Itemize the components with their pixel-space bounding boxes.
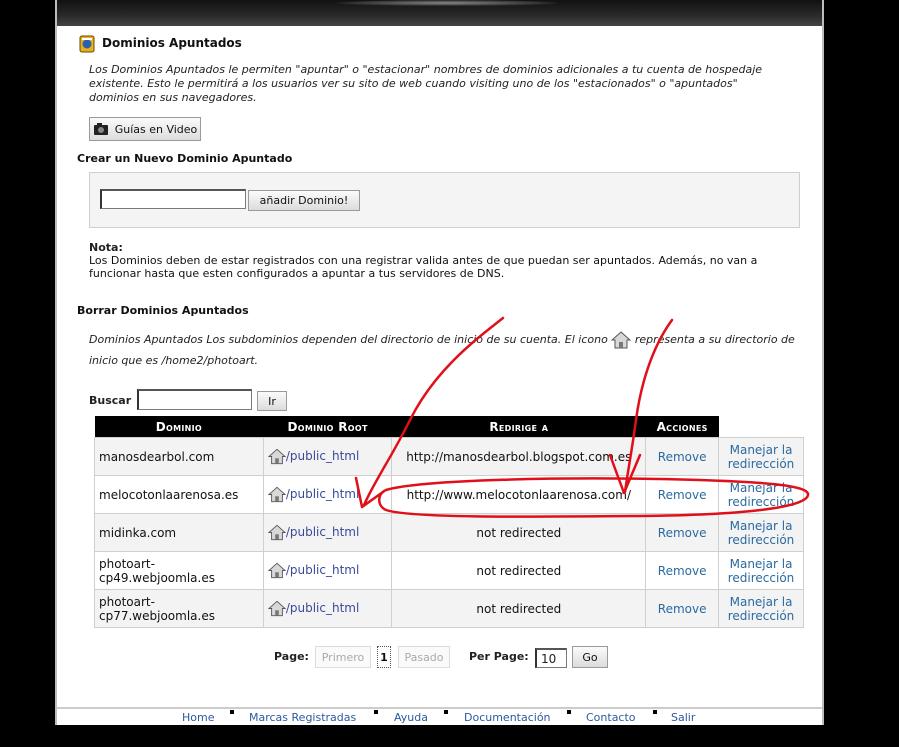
domain-cell: manosdearbol.com <box>94 437 264 476</box>
root-cell[interactable]: /public_html <box>262 475 393 514</box>
page-title: Dominios Apuntados <box>102 36 242 50</box>
redirect-cell: not redirected <box>391 551 647 590</box>
remove-link[interactable]: Remove <box>645 437 720 476</box>
page-label: Page: <box>274 650 309 663</box>
footer-link-trademarks[interactable]: Marcas Registradas <box>249 711 356 724</box>
create-section-title: Crear un Nuevo Dominio Apuntado <box>77 152 293 165</box>
remove-link[interactable]: Remove <box>645 475 720 514</box>
redirect-cell: not redirected <box>391 589 647 628</box>
footer-separator <box>567 710 571 714</box>
video-guides-button[interactable]: Guías en Video <box>89 117 201 141</box>
search-button[interactable]: Ir <box>257 391 287 411</box>
search-input[interactable] <box>137 389 252 410</box>
root-link[interactable]: /public_html <box>286 449 359 463</box>
search-label: Buscar <box>89 394 132 407</box>
content-frame: Dominios Apuntados Los Dominios Apuntado… <box>55 0 824 725</box>
header-strip <box>57 0 822 26</box>
video-guides-label: Guías en Video <box>114 122 198 136</box>
root-link[interactable]: /public_html <box>286 525 359 539</box>
domain-cell: midinka.com <box>94 513 264 552</box>
redirect-cell: not redirected <box>391 513 647 552</box>
remove-link[interactable]: Remove <box>645 513 720 552</box>
root-link[interactable]: /public_html <box>286 487 359 501</box>
footer-link-contact[interactable]: Contacto <box>586 711 636 724</box>
per-page-input[interactable]: 10 <box>535 648 567 668</box>
table-row: photoart-cp49.webjoomla.es /public_html … <box>94 551 804 590</box>
remove-link[interactable]: Remove <box>645 589 720 628</box>
manage-redirect-link[interactable]: Manejar la redirección <box>718 513 804 552</box>
parked-domains-table: Dominio Dominio Root Redirige a Acciones… <box>94 416 804 628</box>
root-link[interactable]: /public_html <box>286 601 359 615</box>
add-domain-button[interactable]: añadir Dominio! <box>248 190 360 211</box>
footer-separator <box>444 710 448 714</box>
domains-icon <box>79 35 95 53</box>
domain-cell: photoart-cp49.webjoomla.es <box>94 551 264 590</box>
footer-divider <box>57 707 822 709</box>
note-text: Los Dominios deben de estar registrados … <box>89 254 758 280</box>
create-form: añadir Dominio! <box>89 172 800 228</box>
domain-cell: melocotonlaarenosa.es <box>94 475 264 514</box>
footer-separator <box>653 710 657 714</box>
home-icon <box>267 448 286 465</box>
col-header-actions: Acciones <box>645 416 719 438</box>
domain-cell: photoart-cp77.webjoomla.es <box>94 589 264 628</box>
footer-link-docs[interactable]: Documentación <box>464 711 551 724</box>
table-row: photoart-cp77.webjoomla.es /public_html … <box>94 589 804 628</box>
current-page[interactable]: 1 <box>377 646 391 668</box>
home-icon <box>267 600 286 617</box>
root-cell[interactable]: /public_html <box>262 513 393 552</box>
manage-redirect-link[interactable]: Manejar la redirección <box>718 475 804 514</box>
table-row: midinka.com /public_html not redirected … <box>94 513 804 552</box>
footer-link-home[interactable]: Home <box>182 711 214 724</box>
col-header-root[interactable]: Dominio Root <box>263 416 392 438</box>
remove-link[interactable]: Remove <box>645 551 720 590</box>
footer-link-logout[interactable]: Salir <box>671 711 695 724</box>
home-icon <box>267 524 286 541</box>
home-icon <box>267 562 286 579</box>
root-cell[interactable]: /public_html <box>262 551 393 590</box>
bottom-bar <box>0 725 899 747</box>
root-cell[interactable]: /public_html <box>262 437 393 476</box>
footer-link-help[interactable]: Ayuda <box>394 711 428 724</box>
manage-redirect-link[interactable]: Manejar la redirección <box>718 589 804 628</box>
table-row: manosdearbol.com /public_html http://man… <box>94 437 804 476</box>
home-icon <box>611 331 632 349</box>
home-icon <box>267 486 286 503</box>
first-page-button[interactable]: Primero <box>315 646 371 668</box>
root-link[interactable]: /public_html <box>286 563 359 577</box>
root-cell[interactable]: /public_html <box>262 589 393 628</box>
note-label: Nota: <box>89 241 123 254</box>
go-button[interactable]: Go <box>572 646 608 668</box>
per-page-label: Per Page: <box>469 650 529 663</box>
intro-text: Los Dominios Apuntados le permiten "apun… <box>89 63 763 104</box>
footer-separator <box>374 710 378 714</box>
manage-redirect-link[interactable]: Manejar la redirección <box>718 551 804 590</box>
col-header-redirect[interactable]: Redirige a <box>391 416 646 438</box>
redirect-cell: http://manosdearbol.blogspot.com.es <box>391 437 647 476</box>
delete-desc-part1: Dominios Apuntados Los subdominios depen… <box>89 333 608 346</box>
delete-section-title: Borrar Dominios Apuntados <box>77 304 249 317</box>
delete-description: Dominios Apuntados Los subdominios depen… <box>89 329 801 371</box>
col-header-domain[interactable]: Dominio <box>94 416 264 438</box>
new-domain-input[interactable] <box>100 189 246 209</box>
camera-icon <box>93 123 108 135</box>
redirect-cell: http://www.melocotonlaarenosa.com/ <box>391 475 647 514</box>
footer-separator <box>230 710 234 714</box>
footer: Home Marcas Registradas Ayuda Documentac… <box>57 707 822 725</box>
table-row: melocotonlaarenosa.es /public_html http:… <box>94 475 804 514</box>
next-page-button[interactable]: Pasado <box>398 646 450 668</box>
manage-redirect-link[interactable]: Manejar la redirección <box>718 437 804 476</box>
